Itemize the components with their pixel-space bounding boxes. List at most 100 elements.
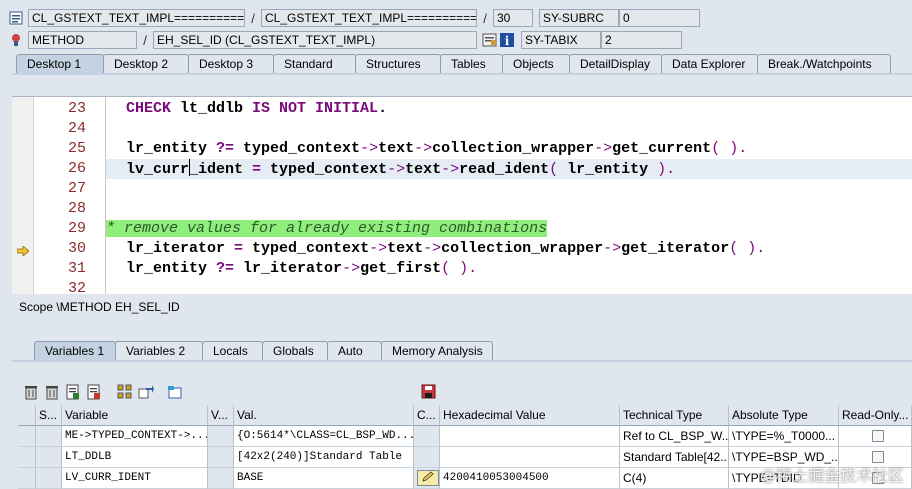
hex-cell	[440, 447, 620, 468]
value-cell[interactable]: BASE	[234, 468, 414, 489]
tab-globals[interactable]: Globals	[262, 341, 328, 361]
tab-structures[interactable]: Structures	[355, 54, 441, 74]
code-line[interactable]: 28	[12, 199, 912, 219]
line-number: 27	[67, 180, 86, 197]
read-only-cell	[839, 426, 912, 447]
settings-icon[interactable]	[166, 384, 183, 401]
scope-label: Scope \METHOD EH_SEL_ID	[19, 300, 180, 314]
code-line[interactable]: 29 * remove values for already existing …	[12, 219, 912, 239]
source-code-icon[interactable]	[481, 32, 498, 49]
code-line[interactable]: 23 CHECK lt_ddlb IS NOT INITIAL.	[12, 99, 912, 119]
sysfield-value-subrc[interactable]: 0	[619, 9, 700, 27]
line-number: 25	[67, 140, 86, 157]
code-line[interactable]: 32	[12, 279, 912, 294]
change-cell	[414, 468, 440, 489]
status-cell	[36, 426, 62, 447]
transfer-icon[interactable]	[137, 384, 154, 401]
tab-locals[interactable]: Locals	[202, 341, 263, 361]
v-cell	[208, 468, 234, 489]
row-selector[interactable]	[18, 447, 36, 468]
tab-objects[interactable]: Objects	[502, 54, 570, 74]
program-info-row: CL_GSTEXT_TEXT_IMPL=========== / CL_GSTE…	[0, 7, 700, 29]
v-cell	[208, 426, 234, 447]
code-line[interactable]: 25 lr_entity ?= typed_context->text->col…	[12, 139, 912, 159]
column-header[interactable]: Val.	[234, 405, 414, 426]
save-icon[interactable]	[420, 383, 437, 400]
tab-auto[interactable]: Auto	[327, 341, 382, 361]
column-header[interactable]: Variable	[62, 405, 208, 426]
delete-all-icon[interactable]	[43, 384, 60, 401]
watermark: @稀土掘金技术社区	[759, 468, 904, 485]
column-header[interactable]: Read-Only...	[839, 405, 912, 426]
sysfield-value-tabix[interactable]: 2	[601, 31, 682, 49]
value-cell[interactable]: [42x2(240)]Standard Table	[234, 447, 414, 468]
tab-tables[interactable]: Tables	[440, 54, 503, 74]
separator: /	[483, 10, 487, 26]
tab-desktop-1[interactable]: Desktop 1	[16, 54, 104, 74]
program-field[interactable]: CL_GSTEXT_TEXT_IMPL===========	[28, 9, 245, 27]
line-number: 23	[67, 100, 86, 117]
code-line[interactable]: 27	[12, 179, 912, 199]
value-cell[interactable]: {O:5614*\CLASS=CL_BSP_WD...	[234, 426, 414, 447]
row-selector-header[interactable]	[18, 405, 36, 426]
tab-data-explorer[interactable]: Data Explorer	[661, 54, 758, 74]
row-selector[interactable]	[18, 468, 36, 489]
column-header[interactable]: Hexadecimal Value	[440, 405, 620, 426]
table-row[interactable]: ME->TYPED_CONTEXT->... {O:5614*\CLASS=CL…	[18, 426, 912, 447]
structure-icon[interactable]	[116, 384, 133, 401]
column-header[interactable]: Technical Type	[620, 405, 729, 426]
method-icon	[9, 33, 23, 47]
tab-variables-2[interactable]: Variables 2	[115, 341, 203, 361]
sysfield-name-tabix: SY-TABIX	[521, 31, 601, 49]
include-field[interactable]: CL_GSTEXT_TEXT_IMPL===========	[261, 9, 477, 27]
technical-type-cell: Ref to CL_BSP_W...	[620, 426, 729, 447]
variable-cell[interactable]: LT_DDLB	[62, 447, 208, 468]
source-editor[interactable]: 23 CHECK lt_ddlb IS NOT INITIAL. 24 25 l…	[12, 96, 912, 294]
tab-standard[interactable]: Standard	[273, 54, 356, 74]
code-line[interactable]: 24	[12, 119, 912, 139]
line-number: 30	[67, 240, 86, 257]
code-text: * remove values for already existing com…	[106, 219, 548, 239]
column-header[interactable]: C...	[414, 405, 440, 426]
column-header[interactable]: V...	[208, 405, 234, 426]
line-number: 31	[67, 260, 86, 277]
change-cell	[414, 426, 440, 447]
code-text: lr_entity ?= typed_context->text->collec…	[126, 140, 748, 157]
import-icon[interactable]	[64, 384, 81, 401]
tab-memory-analysis[interactable]: Memory Analysis	[381, 341, 493, 361]
code-text: CHECK lt_ddlb IS NOT INITIAL.	[126, 100, 388, 117]
export-icon[interactable]	[85, 384, 102, 401]
code-text: lr_iterator = typed_context->text->colle…	[126, 240, 766, 257]
delete-icon[interactable]	[22, 384, 39, 401]
variable-cell[interactable]: ME->TYPED_CONTEXT->...	[62, 426, 208, 447]
line-number: 28	[67, 200, 86, 217]
read-only-checkbox[interactable]	[872, 430, 884, 442]
line-number: 32	[67, 280, 86, 294]
code-comment: * remove values for already existing com…	[106, 220, 548, 237]
line-field[interactable]: 30	[493, 9, 533, 27]
sysfield-name-subrc: SY-SUBRC	[539, 9, 619, 27]
program-icon	[9, 11, 23, 25]
edit-pencil-icon[interactable]	[417, 470, 439, 486]
event-name-field[interactable]: EH_SEL_ID (CL_GSTEXT_TEXT_IMPL)	[153, 31, 477, 49]
execution-arrow-icon	[16, 245, 30, 259]
tab-break-watchpoints[interactable]: Break./Watchpoints	[757, 54, 891, 74]
code-line[interactable]: 31 lr_entity ?= lr_iterator->get_first( …	[12, 259, 912, 279]
tab-desktop-3[interactable]: Desktop 3	[188, 54, 274, 74]
line-number: 24	[67, 120, 86, 137]
column-header[interactable]: S...	[36, 405, 62, 426]
info-icon[interactable]: i	[498, 32, 515, 49]
line-number: 29	[67, 220, 86, 237]
tab-variables-1[interactable]: Variables 1	[34, 341, 116, 361]
hex-cell	[440, 426, 620, 447]
tab-detail-display[interactable]: DetailDisplay	[569, 54, 662, 74]
code-line[interactable]: 26 lv_curr_ident = typed_context->text->…	[12, 159, 912, 179]
variable-cell[interactable]: LV_CURR_IDENT	[62, 468, 208, 489]
row-selector[interactable]	[18, 426, 36, 447]
event-type-field[interactable]: METHOD	[28, 31, 137, 49]
absolute-type-cell: \TYPE=%_T0000...	[729, 426, 839, 447]
tab-desktop-2[interactable]: Desktop 2	[103, 54, 189, 74]
column-header[interactable]: Absolute Type	[729, 405, 839, 426]
hex-cell: 4200410053004500	[440, 468, 620, 489]
code-line-execution[interactable]: 30 lr_iterator = typed_context->text->co…	[12, 239, 912, 259]
